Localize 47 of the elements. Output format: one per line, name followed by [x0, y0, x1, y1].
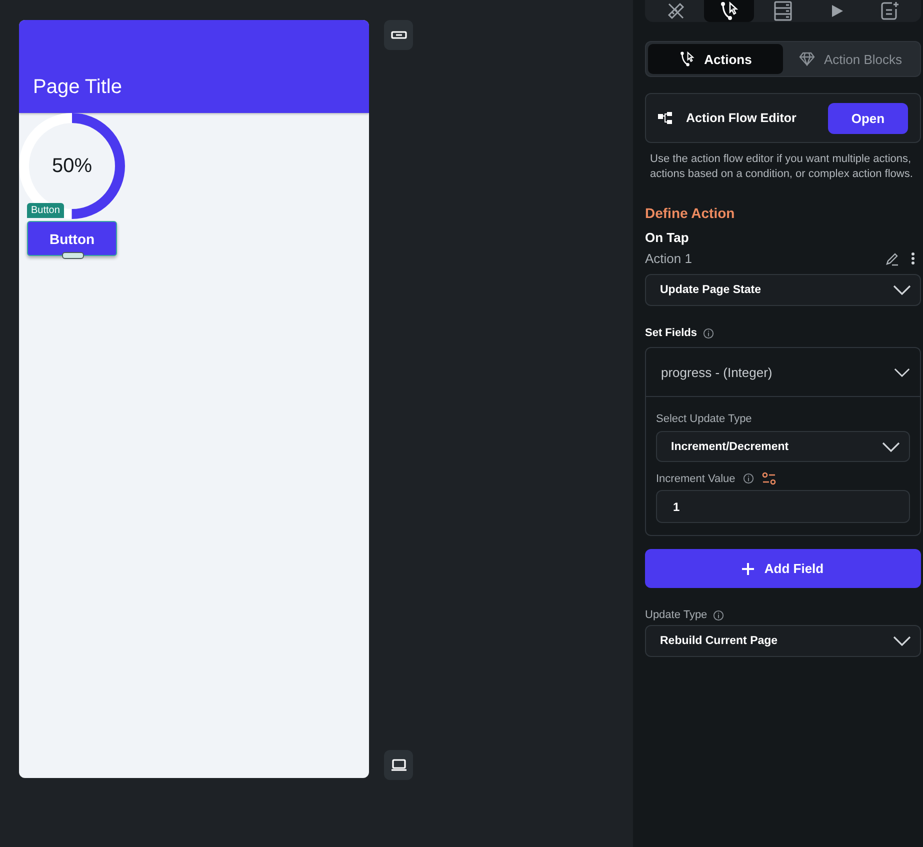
description: Use the action flow editor if you want multiple actions, actions based on a condition, or complex action flows.	[650, 152, 914, 182]
flow-cursor-icon	[719, 1, 740, 21]
tab[interactable]: Actions	[648, 44, 783, 74]
selection-tag: Button	[27, 203, 64, 218]
diamond-icon	[798, 52, 815, 66]
card-title: Action Flow Editor	[686, 111, 798, 125]
database-icon	[774, 1, 792, 21]
action-label: Action 1	[645, 251, 692, 266]
document-add-icon	[880, 1, 900, 21]
progress-label: 50%	[52, 154, 92, 178]
chevron-down-icon	[893, 285, 911, 295]
ruler-pencil-icon	[666, 1, 686, 21]
add-field-button[interactable]: Add Field	[645, 549, 921, 588]
button[interactable]: Button	[27, 221, 117, 256]
flow-cursor-icon	[679, 51, 696, 67]
pencil-icon[interactable]	[885, 252, 899, 266]
chevron-down-icon	[882, 442, 900, 452]
field-label: Increment Value	[656, 472, 736, 484]
field-label: Set Fields	[645, 327, 697, 339]
section-heading: Define Action	[645, 205, 736, 221]
sliders-icon[interactable]	[762, 472, 776, 485]
field-dropdown[interactable]: progress - (Integer)	[646, 348, 920, 396]
resize-handle[interactable]	[62, 252, 84, 259]
chevron-down-icon	[894, 368, 910, 376]
info-icon	[713, 610, 724, 620]
flow-nodes-icon	[658, 112, 672, 124]
value-field[interactable]: 1	[656, 490, 910, 523]
field-label: Select Update Type	[656, 413, 752, 425]
desktop-toggle[interactable]	[384, 750, 413, 780]
open-button[interactable]: Open	[828, 102, 908, 134]
info-icon	[702, 328, 714, 338]
plus-icon	[742, 562, 754, 574]
play-icon	[830, 3, 844, 19]
update-type-dropdown[interactable]: Increment/Decrement	[656, 431, 910, 462]
laptop-icon	[390, 759, 406, 771]
tab[interactable]: Action Blocks	[783, 44, 918, 74]
trigger-label: On Tap	[645, 230, 690, 245]
tablet-icon	[390, 31, 406, 39]
page-title: Page Title	[33, 76, 122, 99]
rebuild-dropdown[interactable]: Rebuild Current Page	[645, 625, 921, 657]
field-label: Update Type	[645, 609, 708, 621]
toolbar-button[interactable]	[704, 0, 754, 22]
action-type-dropdown[interactable]: Update Page State	[645, 274, 921, 306]
more-icon[interactable]	[911, 252, 915, 265]
info-icon	[743, 473, 754, 484]
tablet-toggle[interactable]	[384, 20, 413, 50]
chevron-down-icon	[893, 636, 911, 646]
